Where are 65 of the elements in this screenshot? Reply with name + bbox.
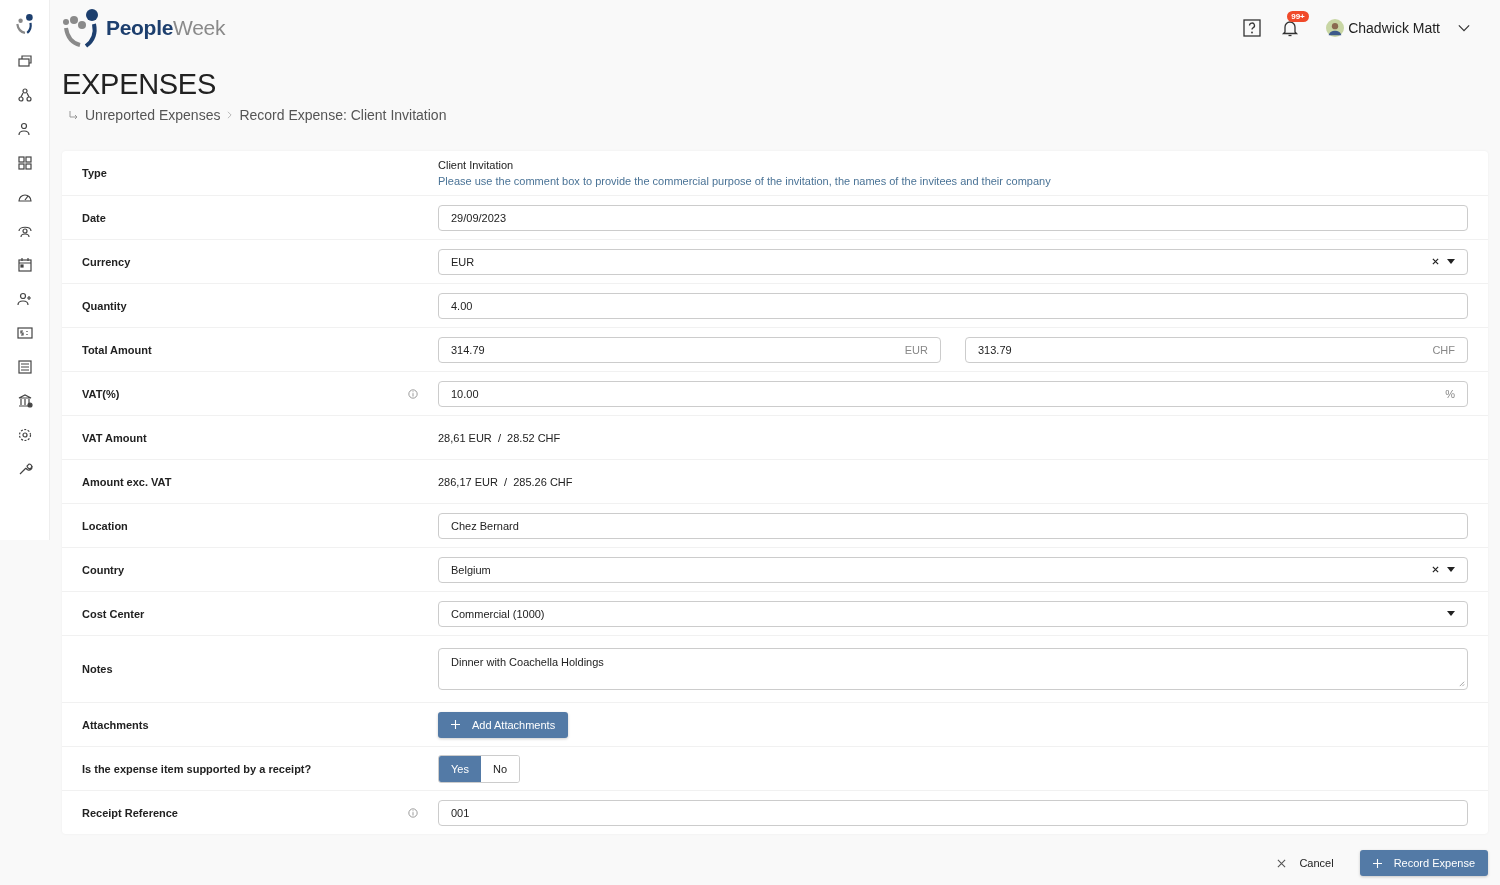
calendar-icon[interactable] (16, 257, 33, 273)
chevron-right-icon (227, 111, 233, 119)
amount-field[interactable]: 313.79 CHF (965, 336, 1468, 363)
money-icon[interactable] (16, 325, 33, 341)
caret-icon[interactable] (1447, 259, 1455, 264)
amount-value: 286,17 EUR / 285.26 CHF (438, 475, 573, 488)
user-name[interactable]: Chadwick Matt (1348, 20, 1440, 36)
input-field[interactable]: 001 (438, 799, 1468, 826)
field-label: Notes (82, 663, 113, 675)
record-expense-button[interactable]: Record Expense (1359, 850, 1488, 876)
chevron-down-icon[interactable] (1458, 24, 1470, 32)
toggle-option[interactable]: Yes (439, 755, 481, 782)
list-icon[interactable] (16, 359, 33, 375)
help-icon[interactable] (1242, 18, 1263, 38)
field-label: Is the expense item supported by a receipt? (82, 762, 312, 775)
select-field[interactable]: Commercial (1000) (438, 600, 1468, 627)
close-icon (1277, 858, 1287, 868)
bank-icon[interactable] (16, 393, 33, 409)
input-field[interactable]: 29/09/2023 (438, 204, 1468, 231)
windows-icon[interactable] (16, 53, 33, 69)
caret-icon[interactable] (1447, 567, 1455, 572)
field-label: Location (82, 519, 128, 532)
caret-icon[interactable] (1447, 611, 1455, 616)
field-label: Total Amount (82, 343, 152, 356)
person-add-icon[interactable] (16, 291, 33, 307)
breadcrumb-link[interactable]: Unreported Expenses (85, 107, 221, 123)
field-label: Type (82, 167, 107, 179)
field-label: Cost Center (82, 607, 145, 620)
logo-icon[interactable] (13, 13, 36, 35)
input-field[interactable]: 10.00 % (438, 380, 1468, 407)
input-field[interactable]: 4.00 (438, 292, 1468, 319)
clear-icon[interactable] (1432, 566, 1439, 573)
type-value: Client Invitation (438, 159, 515, 171)
return-arrow-icon (68, 110, 78, 120)
select-field[interactable]: EUR (438, 248, 1468, 275)
cancel-button[interactable]: Cancel (1271, 856, 1340, 870)
plus-icon (451, 720, 460, 729)
field-label: VAT Amount (82, 431, 147, 444)
field-label: Currency (82, 255, 131, 268)
breadcrumb-link[interactable]: Record Expense: Client Invitation (239, 107, 447, 123)
field-label: VAT(%) (82, 387, 120, 400)
add-attachments-button[interactable]: Add Attachments (438, 711, 569, 738)
input-field[interactable]: Chez Bernard (438, 512, 1468, 539)
plus-icon (1372, 858, 1382, 868)
select-field[interactable]: Belgium (438, 556, 1468, 583)
person-icon[interactable] (16, 121, 33, 137)
field-label: Attachments (82, 718, 149, 731)
notification-badge: 99+ (1287, 11, 1309, 22)
page-title: EXPENSES (62, 68, 217, 101)
field-label: Country (82, 563, 125, 576)
network-icon[interactable] (16, 87, 33, 103)
gear-icon[interactable] (16, 427, 33, 443)
clear-icon[interactable] (1432, 258, 1439, 265)
field-label: Date (82, 211, 106, 224)
notes-field[interactable]: Dinner with Coachella Holdings (438, 648, 1468, 690)
amount-field[interactable]: 314.79 EUR (438, 336, 941, 363)
field-label: Amount exc. VAT (82, 475, 172, 488)
field-label: Receipt Reference (82, 806, 178, 819)
type-hint: Please use the comment box to provide the commercial purpose of the invitation, the names of the invitees and their company (438, 175, 1051, 187)
field-label: Quantity (82, 299, 127, 312)
logo-text: PeopleWeek (106, 16, 226, 40)
resize-grip-icon[interactable] (1458, 680, 1465, 687)
amount-value: 28,61 EUR / 28.52 CHF (438, 431, 561, 444)
grid-icon[interactable] (16, 155, 33, 171)
avatar-icon (1326, 19, 1345, 37)
